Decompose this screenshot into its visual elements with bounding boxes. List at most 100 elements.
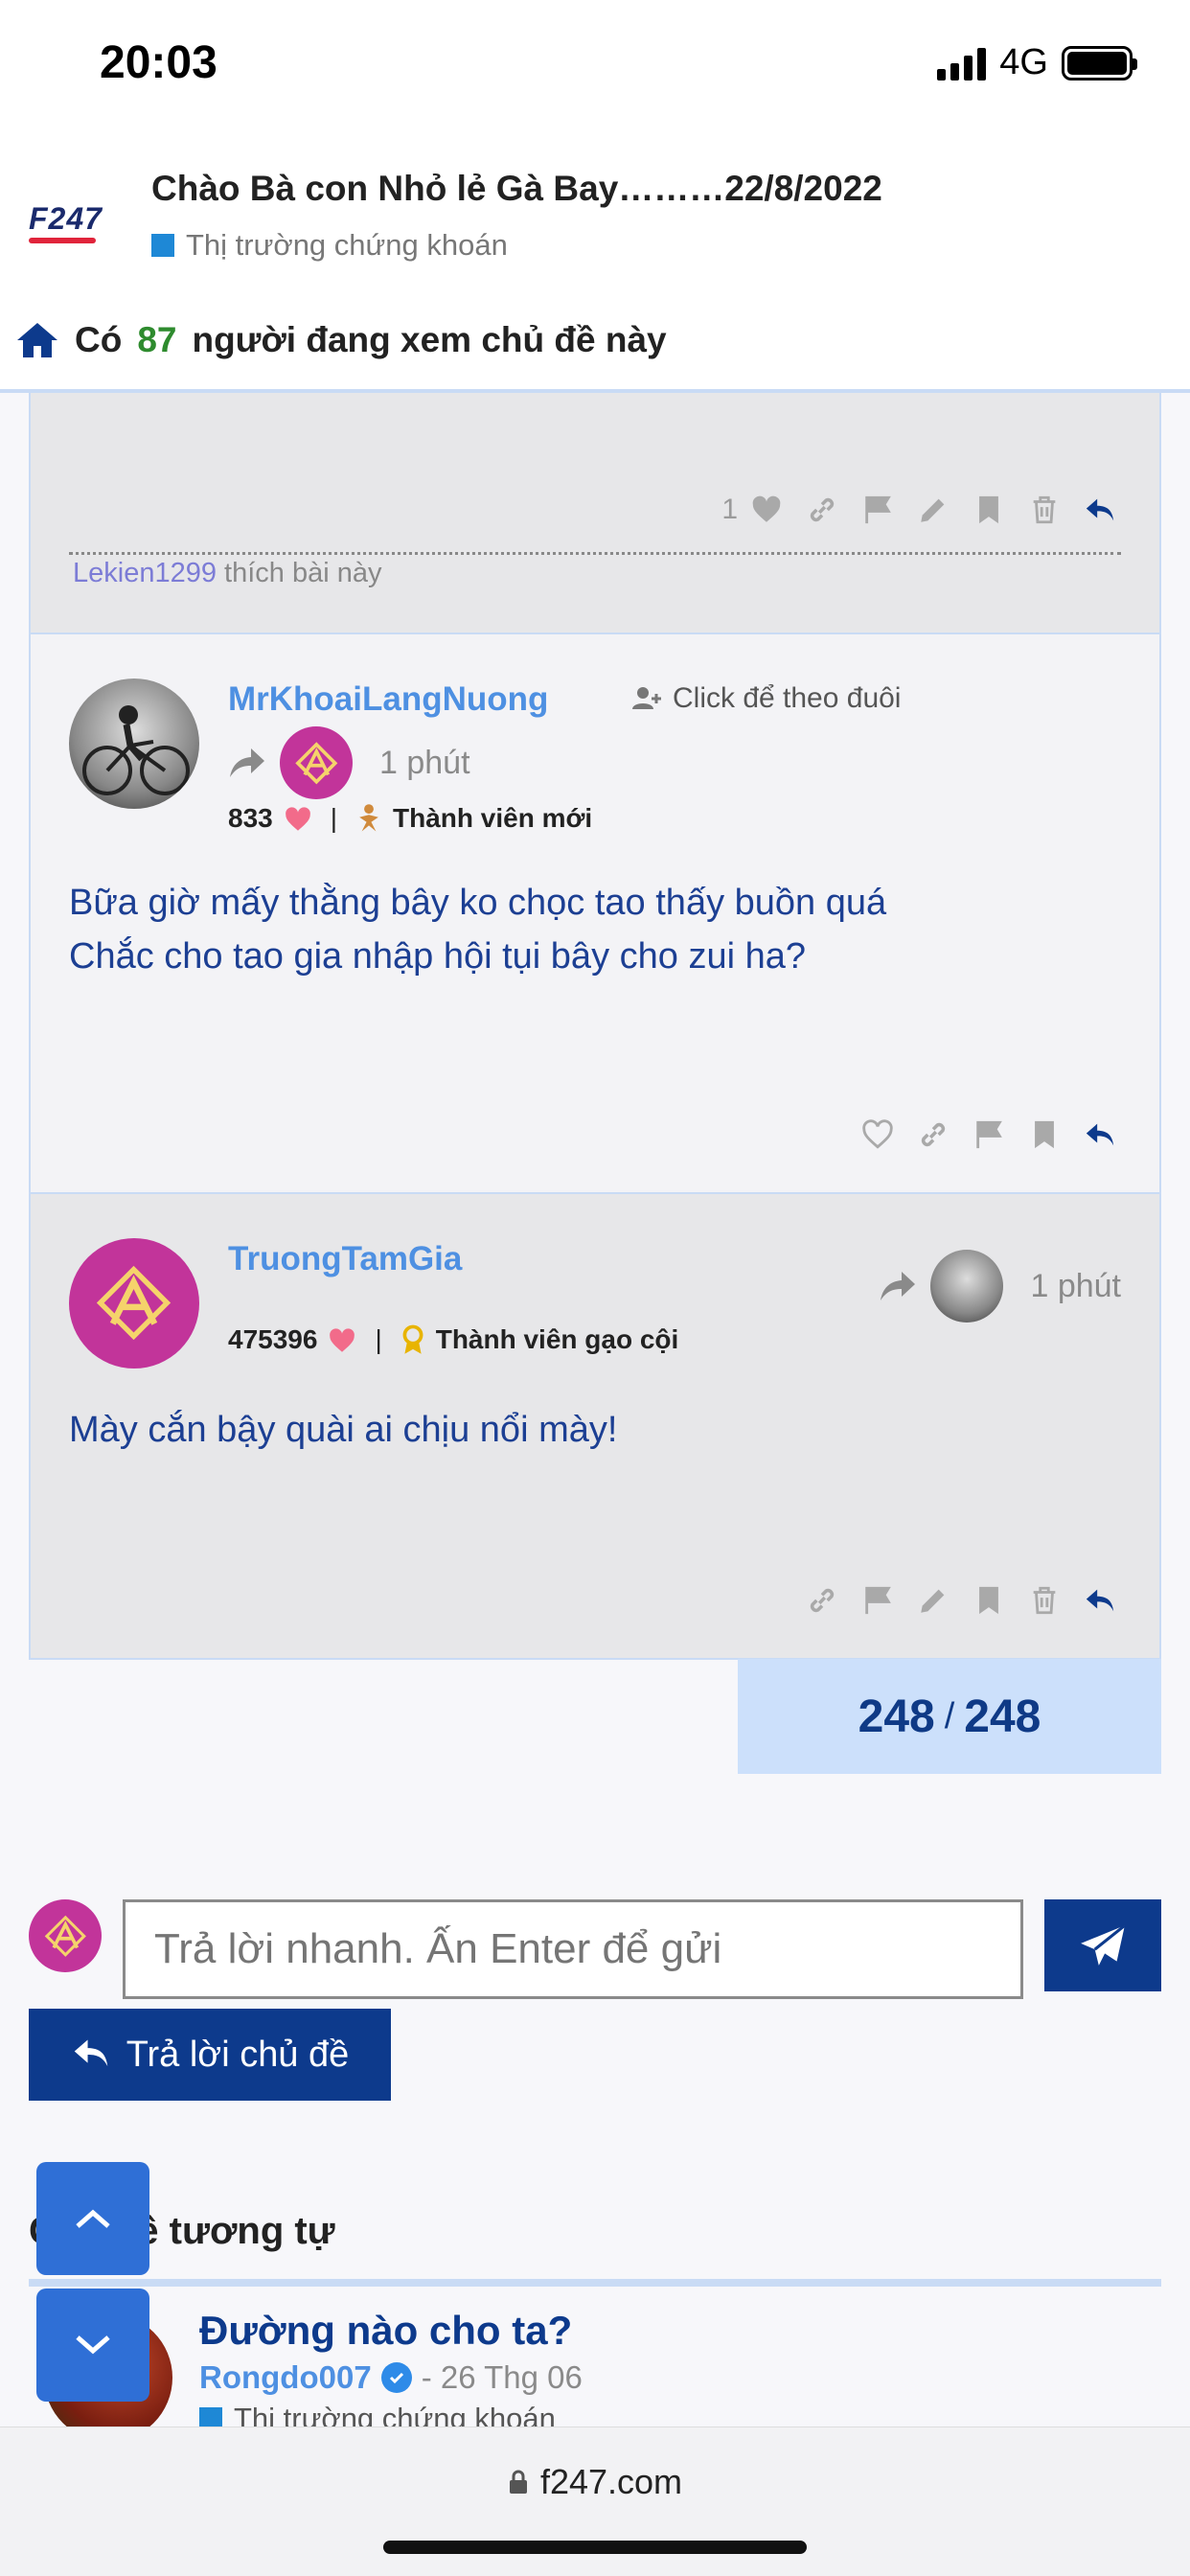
thread-header: F247 Chào Bà con Nhỏ lẻ Gà Bay………22/8/20… — [0, 125, 1190, 393]
post-actions: 1 — [721, 493, 1117, 527]
similar-thread-date: - 26 Thg 06 — [421, 2359, 583, 2395]
reply-icon[interactable] — [1083, 493, 1117, 527]
chevron-down-icon — [76, 2335, 110, 2355]
pencil-icon[interactable] — [916, 1583, 950, 1618]
pagination-indicator[interactable]: 248 / 248 — [738, 1659, 1161, 1774]
post-meta: 1 phút — [879, 1250, 1121, 1322]
rank-badge-icon — [359, 804, 378, 832]
link-icon[interactable] — [916, 1117, 950, 1152]
bookmark-icon[interactable] — [972, 1583, 1006, 1618]
reply-icon — [74, 2039, 107, 2067]
lock-icon — [509, 2470, 527, 2494]
site-logo[interactable]: F247 — [29, 201, 121, 268]
post-previous: 1 Lekien1299 thích bài này — [29, 393, 1161, 634]
similar-thread-author[interactable]: Rongdo007 — [199, 2359, 372, 2396]
heart-icon — [330, 1328, 355, 1352]
similar-thread-title[interactable]: Đường nào cho ta? — [199, 2308, 572, 2354]
scroll-down-button[interactable] — [36, 2288, 149, 2402]
page-current: 248 — [858, 1690, 935, 1742]
reply-thread-label: Trả lời chủ đề — [126, 2034, 350, 2075]
bookmark-icon[interactable] — [972, 493, 1006, 527]
post-body-line: Bữa giờ mấy thằng bây ko chọc tao thấy b… — [69, 883, 887, 923]
battery-icon — [1062, 45, 1137, 80]
reply-thread-button[interactable]: Trả lời chủ đề — [29, 2009, 391, 2101]
liked-by-suffix: thích bài này — [224, 558, 382, 588]
post-body: Bữa giờ mấy thằng bây ko chọc tao thấy b… — [69, 876, 886, 983]
reply-icon[interactable] — [1083, 1583, 1117, 1618]
send-icon — [1081, 1923, 1126, 1966]
link-icon[interactable] — [805, 493, 839, 527]
liked-by-user[interactable]: Lekien1299 — [73, 558, 217, 588]
heart-count: 833 — [228, 803, 273, 833]
flag-icon[interactable] — [860, 1583, 895, 1618]
thread-category[interactable]: Thị trường chứng khoán — [151, 228, 508, 263]
add-user-icon — [632, 687, 661, 709]
post-actions — [805, 1583, 1117, 1618]
liked-by-line: Lekien1299 thích bài này — [73, 558, 382, 589]
pencil-icon[interactable] — [916, 493, 950, 527]
flag-icon[interactable] — [860, 493, 895, 527]
heart-icon — [285, 807, 310, 831]
viewers-count: 87 — [137, 320, 177, 359]
post-body-line: Mày cắn bậy quài ai chịu nổi mày! — [69, 1410, 618, 1450]
similar-thread-meta: Rongdo007 - 26 Thg 06 — [199, 2359, 583, 2396]
trash-icon[interactable] — [1027, 493, 1062, 527]
follow-button[interactable]: Click để theo đuôi — [632, 682, 901, 715]
current-user-avatar[interactable] — [29, 1899, 102, 1972]
user-rank: Thành viên mới — [393, 803, 593, 833]
url-text: f247.com — [539, 2462, 683, 2501]
share-arrow-icon — [881, 1272, 916, 1300]
post-username[interactable]: MrKhoaiLangNuong — [228, 680, 548, 719]
bookmark-icon[interactable] — [1027, 1117, 1062, 1152]
reply-icon[interactable] — [1083, 1117, 1117, 1152]
reply-to-avatar[interactable] — [930, 1250, 1004, 1322]
heart-outline-icon[interactable] — [860, 1117, 895, 1152]
category-color-icon — [151, 234, 174, 257]
post-item: MrKhoaiLangNuong Click để theo đuôi 1 ph… — [29, 634, 1161, 1194]
medal-icon — [402, 1324, 423, 1354]
browser-address-bar: f247.com — [0, 2426, 1190, 2576]
post-username[interactable]: TruongTamGia — [228, 1240, 462, 1278]
scroll-up-button[interactable] — [36, 2162, 149, 2275]
home-indicator[interactable] — [383, 2541, 807, 2554]
thread-title[interactable]: Chào Bà con Nhỏ lẻ Gà Bay………22/8/2022 — [151, 169, 882, 209]
user-avatar[interactable] — [69, 678, 199, 809]
post-body: Mày cắn bậy quài ai chịu nổi mày! — [69, 1403, 617, 1457]
status-bar: 20:03 4G — [0, 0, 1190, 125]
chevron-up-icon — [76, 2209, 110, 2228]
post-time[interactable]: 1 phút — [379, 745, 470, 782]
reply-to-avatar[interactable] — [280, 726, 353, 799]
user-rank: Thành viên gạo cội — [435, 1324, 679, 1354]
link-icon[interactable] — [805, 1583, 839, 1618]
post-body-line: Chắc cho tao gia nhập hội tụi bây cho zu… — [69, 936, 806, 977]
heart-icon[interactable] — [749, 493, 784, 527]
status-time: 20:03 — [100, 37, 217, 88]
page-separator: / — [944, 1695, 955, 1736]
heart-count: 475396 — [228, 1324, 318, 1354]
like-count: 1 — [721, 494, 738, 525]
send-button[interactable] — [1044, 1899, 1161, 1991]
post-item: TruongTamGia 1 phút 475396 | Thành viên … — [29, 1194, 1161, 1660]
thread-category-label: Thị trường chứng khoán — [186, 228, 508, 262]
post-meta: 1 phút — [228, 726, 470, 799]
cellular-signal-icon — [937, 46, 987, 80]
status-indicators: 4G — [937, 42, 1137, 83]
viewers-prefix: Có — [75, 320, 123, 359]
post-time[interactable]: 1 phút — [1030, 1268, 1121, 1305]
trash-icon[interactable] — [1027, 1583, 1062, 1618]
user-avatar[interactable] — [69, 1238, 199, 1368]
page-total: 248 — [964, 1690, 1041, 1742]
post-list: 1 Lekien1299 thích bài này MrKhoaiLangNu… — [29, 393, 1161, 1660]
flag-icon[interactable] — [972, 1117, 1006, 1152]
verified-icon — [380, 2362, 412, 2393]
viewers-info: Có 87 người đang xem chủ đề này — [15, 320, 667, 360]
quick-reply-input[interactable] — [123, 1899, 1023, 1999]
home-icon[interactable] — [15, 321, 59, 359]
similar-divider — [29, 2279, 1161, 2287]
site-logo-text: F247 — [29, 201, 103, 236]
user-stats: 833 | Thành viên mới — [228, 803, 593, 833]
likes-divider — [69, 552, 1121, 555]
network-type: 4G — [999, 42, 1048, 82]
url-display[interactable]: f247.com — [0, 2462, 1190, 2502]
viewers-suffix: người đang xem chủ đề này — [192, 320, 667, 359]
